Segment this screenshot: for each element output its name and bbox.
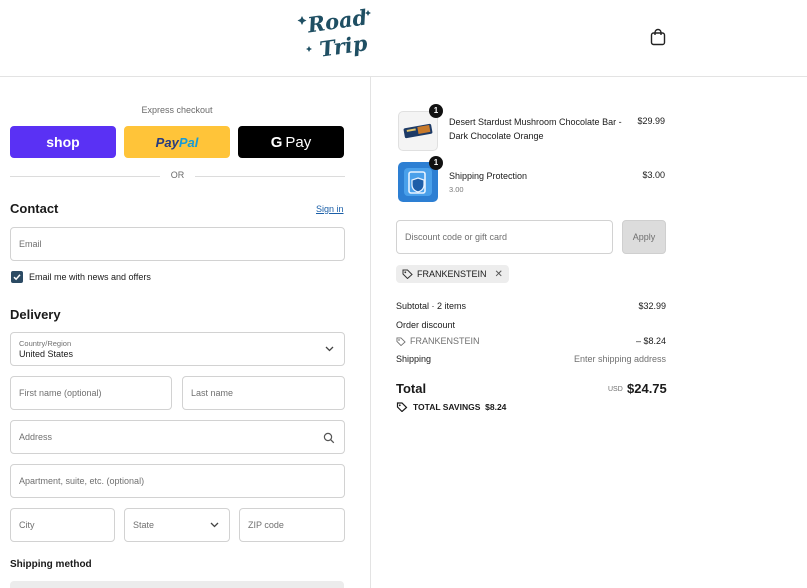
- email-field[interactable]: Email: [10, 227, 345, 261]
- address-placeholder: Address: [19, 432, 53, 442]
- shopping-bag-icon[interactable]: [650, 28, 666, 46]
- shipping-label: Shipping: [396, 354, 432, 364]
- item-name-line: Dark Chocolate Orange: [449, 131, 544, 141]
- sparkle-icon: [306, 46, 312, 52]
- paypal-button[interactable]: Pay Pal: [124, 126, 230, 158]
- order-summary-panel: 1 Desert Stardust Mushroom Chocolate Bar…: [371, 77, 807, 588]
- zip-code-field[interactable]: ZIP code: [239, 508, 345, 542]
- remove-discount-icon[interactable]: ✕: [495, 269, 503, 280]
- checkout-form-panel: Express checkout shop Pay Pal G Pay OR Con…: [0, 77, 371, 588]
- first-name-placeholder: First name (optional): [19, 388, 102, 398]
- shop-pay-label: shop: [46, 134, 80, 150]
- country-label: Country/Region: [19, 339, 72, 348]
- or-divider: OR: [10, 170, 345, 182]
- currency-code: USD: [608, 386, 623, 393]
- contact-title: Contact: [10, 201, 59, 216]
- discount-code-name: FRANKENSTEIN: [410, 336, 480, 346]
- discount-code-placeholder: Discount code or gift card: [405, 232, 508, 242]
- google-pay-label: Pay: [285, 133, 312, 151]
- tag-icon: [402, 269, 413, 279]
- city-placeholder: City: [19, 520, 35, 530]
- apartment-placeholder: Apartment, suite, etc. (optional): [19, 476, 145, 486]
- discount-code-row: FRANKENSTEIN: [396, 336, 480, 346]
- applied-discount-code: FRANKENSTEIN: [417, 269, 487, 279]
- first-name-field[interactable]: First name (optional): [10, 376, 172, 410]
- google-g-icon: G: [270, 133, 283, 151]
- chevron-down-icon: [210, 520, 219, 530]
- total-savings-label: TOTAL SAVINGS: [413, 402, 481, 412]
- newsletter-checkbox[interactable]: [11, 271, 23, 283]
- paypal-label-pal: Pal: [178, 134, 199, 150]
- total-value: $24.75: [627, 381, 667, 396]
- express-checkout-label: Express checkout: [141, 105, 213, 115]
- apartment-field[interactable]: Apartment, suite, etc. (optional): [10, 464, 345, 498]
- shop-pay-button[interactable]: shop: [10, 126, 116, 158]
- state-select[interactable]: State: [124, 508, 230, 542]
- chevron-down-icon: [325, 344, 334, 354]
- item-price: $29.99: [637, 116, 665, 126]
- total-savings-row: TOTAL SAVINGS $8.24: [396, 402, 506, 412]
- shipping-value: Enter shipping address: [573, 354, 666, 364]
- item-quantity-badge: 1: [429, 156, 443, 170]
- checkmark-icon: [13, 274, 21, 281]
- sign-in-link[interactable]: Sign in: [316, 204, 344, 214]
- item-price: $3.00: [642, 170, 665, 180]
- discount-code-field[interactable]: Discount code or gift card: [396, 220, 613, 254]
- total-label: Total: [396, 381, 427, 396]
- last-name-placeholder: Last name: [191, 388, 234, 398]
- country-select[interactable]: Country/Region United States: [10, 332, 345, 366]
- email-placeholder: Email: [19, 239, 42, 249]
- applied-discount-chip: FRANKENSTEIN ✕: [396, 265, 509, 283]
- last-name-field[interactable]: Last name: [182, 376, 345, 410]
- shipping-method-box: [10, 581, 344, 588]
- search-icon[interactable]: [323, 431, 335, 444]
- road-trip-logo[interactable]: Road Trip: [296, 4, 376, 66]
- shipping-method-title: Shipping method: [10, 559, 92, 570]
- item-subtext: 3.00: [449, 185, 464, 194]
- tag-icon: [396, 402, 408, 412]
- city-field[interactable]: City: [10, 508, 115, 542]
- item-quantity-badge: 1: [429, 104, 443, 118]
- site-header: Road Trip: [0, 0, 807, 77]
- google-pay-button[interactable]: G Pay: [238, 126, 344, 158]
- total-savings-value: $8.24: [485, 402, 507, 412]
- or-label: OR: [170, 170, 185, 180]
- tag-icon: [396, 336, 406, 346]
- country-value: United States: [19, 349, 74, 359]
- zip-code-placeholder: ZIP code: [248, 520, 284, 530]
- apply-discount-button[interactable]: Apply: [622, 220, 666, 254]
- order-discount-label: Order discount: [396, 320, 456, 330]
- state-placeholder: State: [133, 520, 155, 530]
- discount-value: – $8.24: [635, 336, 666, 346]
- logo-text-trip: Trip: [318, 30, 369, 61]
- address-field[interactable]: Address: [10, 420, 345, 454]
- paypal-label-pay: Pay: [155, 134, 179, 150]
- subtotal-value: $32.99: [638, 301, 666, 311]
- sparkle-icon: [297, 16, 307, 25]
- delivery-title: Delivery: [10, 307, 61, 322]
- newsletter-label: Email me with news and offers: [29, 272, 151, 282]
- subtotal-label: Subtotal · 2 items: [396, 301, 467, 311]
